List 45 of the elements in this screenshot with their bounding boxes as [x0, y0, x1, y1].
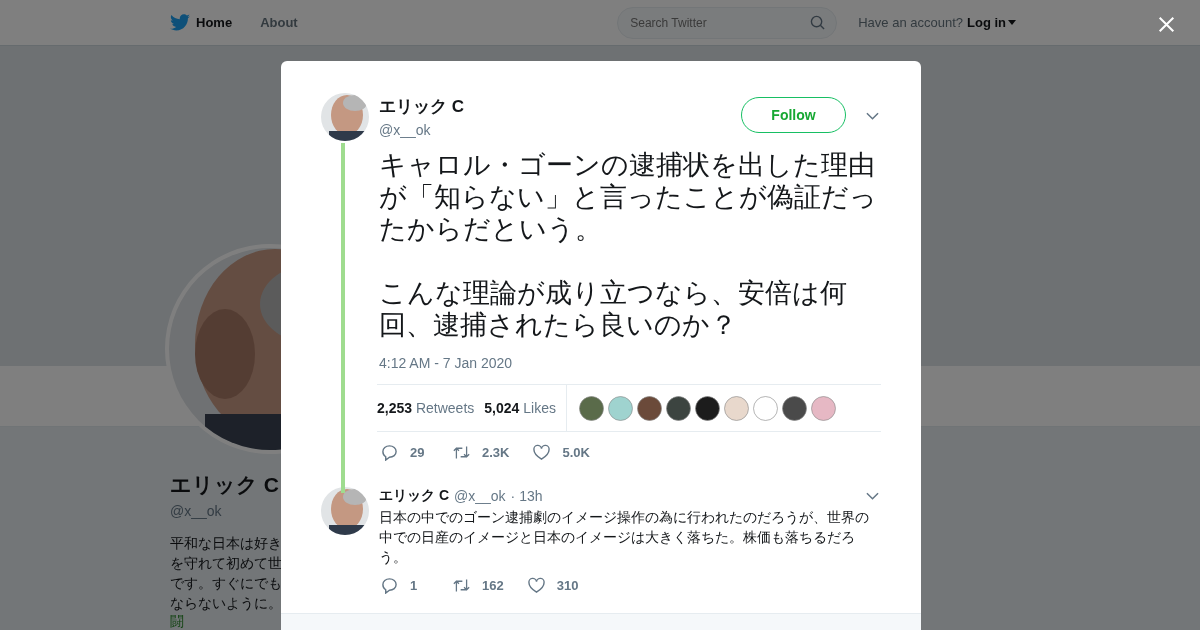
- liker-avatar[interactable]: [636, 395, 662, 421]
- reply-icon: [381, 577, 398, 594]
- bio-line: を守れて初めて世: [170, 554, 282, 573]
- nav-link[interactable]: Home: [196, 15, 233, 30]
- bio-line: です。すぐにでも: [170, 574, 282, 593]
- author-name[interactable]: エリック C: [379, 95, 741, 118]
- profile-name: エリック C: [170, 472, 279, 498]
- tweet-paragraph: キャロル・ゴーンの逮捕状を出した理由が「知らない」と言ったことが偽証だったからだという。: [379, 149, 878, 245]
- chevron-down-icon[interactable]: [866, 492, 879, 500]
- retweet-icon: [453, 444, 470, 461]
- tweet-age[interactable]: · 13h: [510, 488, 543, 504]
- reply-action[interactable]: 1: [381, 577, 429, 594]
- follow-button[interactable]: Follow: [741, 97, 846, 133]
- account-prompt: Have an account?: [858, 15, 963, 30]
- login-link[interactable]: Log in: [967, 15, 1016, 30]
- tweet-paragraph: こんな理論が成り立つなら、安倍は何回、逮捕されたら良いのか？: [379, 277, 848, 341]
- heart-icon: [527, 577, 545, 594]
- author-name[interactable]: エリック C: [379, 487, 449, 505]
- tweet-time[interactable]: 4:12 AM - 7 Jan 2020: [379, 355, 881, 371]
- like-action[interactable]: 310: [527, 577, 579, 594]
- nav-link[interactable]: About: [260, 15, 298, 30]
- reply-action[interactable]: 29: [381, 444, 429, 461]
- reply-text: 日本の中でのゴーン逮捕劇のイメージ操作の為に行われたのだろうが、世界の中での日産のイメージと日本のイメージは大きく落ちた。株価も落ちるだろう。: [379, 508, 870, 567]
- heart-icon: [533, 444, 551, 461]
- reply-icon: [381, 444, 398, 461]
- like-action[interactable]: 5.0K: [533, 444, 590, 461]
- profile-handle: @x__ok: [170, 503, 222, 519]
- like-count[interactable]: 5,024 Likes: [484, 400, 556, 416]
- search-field[interactable]: Search Twitter: [617, 6, 838, 39]
- retweet-count[interactable]: 2,253 Retweets: [377, 400, 475, 416]
- bio-tag: 闘: [170, 613, 184, 630]
- caret-icon: [1008, 20, 1016, 25]
- search-icon: [810, 14, 826, 30]
- bio-line: 平和な日本は好き: [170, 534, 282, 553]
- chevron-down-icon[interactable]: [866, 112, 879, 120]
- liker-avatar[interactable]: [665, 395, 691, 421]
- liker-avatar[interactable]: [694, 395, 720, 421]
- liker-avatar[interactable]: [781, 395, 807, 421]
- bio-line: ならないように。: [170, 594, 282, 613]
- close-icon[interactable]: [1158, 16, 1175, 33]
- retweet-icon: [453, 577, 470, 594]
- author-handle[interactable]: @x__ok: [379, 122, 741, 138]
- retweet-action[interactable]: 2.3K: [453, 444, 510, 461]
- author-handle[interactable]: @x__ok: [454, 488, 506, 504]
- retweet-action[interactable]: 162: [453, 577, 504, 594]
